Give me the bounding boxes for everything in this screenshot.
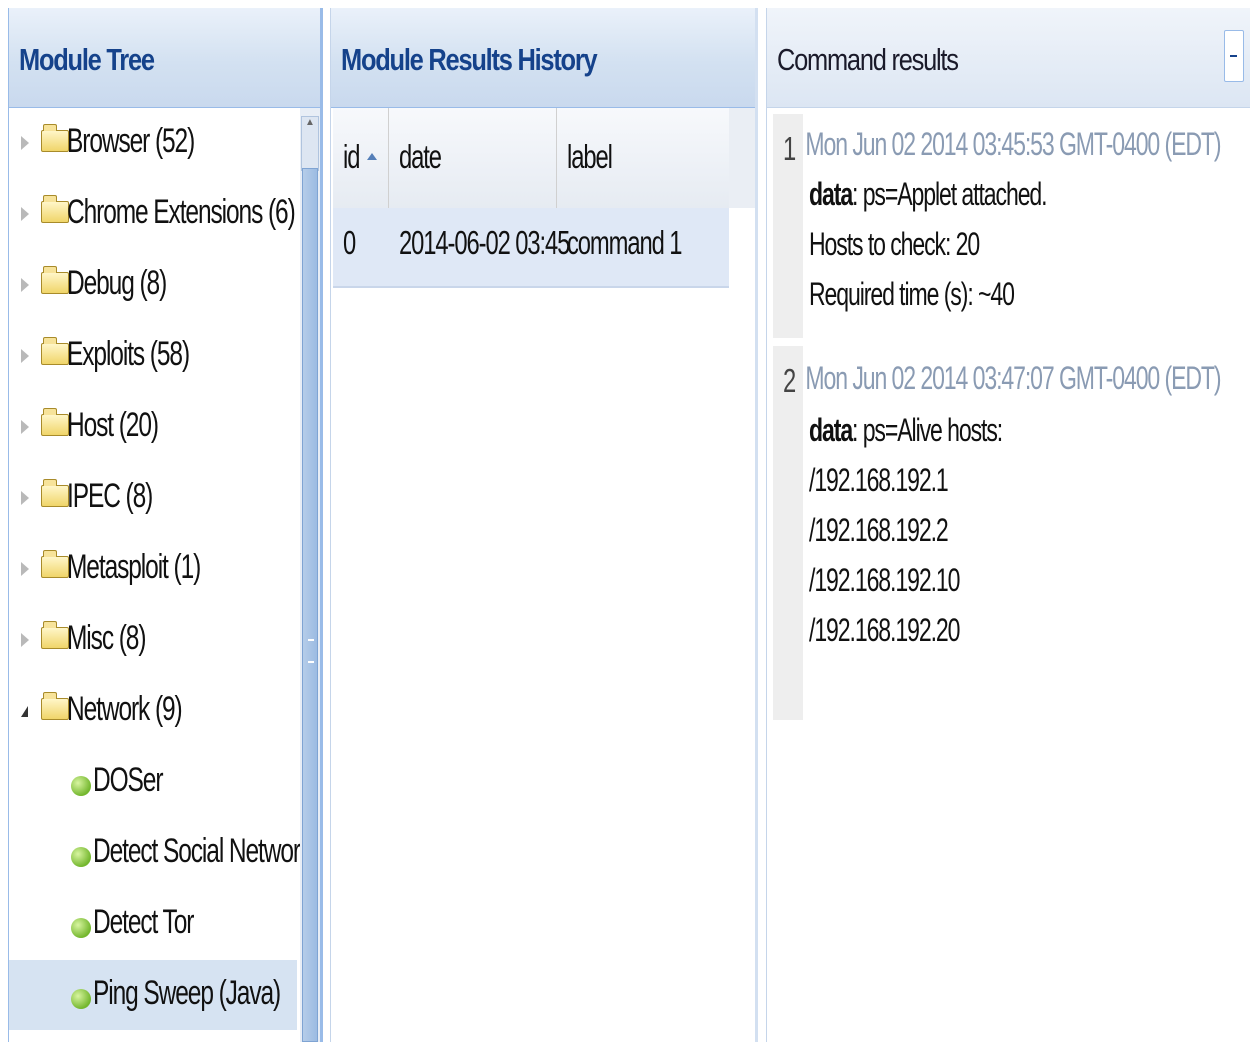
tree-folder-browser[interactable]: Browser (52) (9, 108, 297, 178)
module-status-icon (71, 847, 91, 867)
result-line: /192.168.192.10 (809, 562, 960, 598)
scrollbar-thumb[interactable] (302, 168, 318, 1042)
collapse-arrow-icon[interactable] (21, 706, 28, 717)
command-results-title: Command results (777, 42, 959, 77)
column-header-date[interactable]: date (389, 108, 557, 208)
command-results-panel: Command results 1 Mon Jun 02 2014 03:45:… (766, 8, 1250, 1042)
expand-arrow-icon[interactable] (21, 491, 29, 505)
module-tree-panel: Module Tree Browser (52) Chrome Extensio… (8, 8, 323, 1042)
results-history-panel: Module Results History id date label 0 2… (330, 8, 758, 1042)
tree-folder-ipec[interactable]: IPEC (8) (9, 463, 297, 533)
tree-folder-debug[interactable]: Debug (8) (9, 250, 297, 320)
collapse-panel-button[interactable] (1224, 30, 1244, 82)
tree-scrollbar[interactable]: ▲ (300, 108, 320, 1042)
result-number: 2 (783, 362, 796, 399)
command-results-header: Command results (767, 8, 1250, 108)
tree-item-label: Detect Tor (93, 903, 194, 941)
folder-icon (41, 266, 69, 294)
folder-icon (41, 550, 69, 578)
tree-module-ping-sweep-java[interactable]: Ping Sweep (Java) (9, 960, 297, 1030)
sort-ascending-icon (367, 153, 377, 160)
result-entry: 1 Mon Jun 02 2014 03:45:53 GMT-0400 (EDT… (773, 114, 1227, 338)
result-timestamp: Mon Jun 02 2014 03:47:07 GMT-0400 (EDT) (805, 360, 1222, 396)
tree-item-label: Ping Sweep (Java) (93, 974, 281, 1012)
expand-arrow-icon[interactable] (21, 420, 29, 434)
tree-item-label: Metasploit (1) (67, 548, 201, 586)
open-folder-icon (41, 692, 69, 720)
result-entry: 2 Mon Jun 02 2014 03:47:07 GMT-0400 (EDT… (773, 346, 1227, 720)
tree-item-label: Chrome Extensions (6) (67, 193, 296, 231)
folder-icon (41, 337, 69, 365)
tree-item-label: Debug (8) (67, 264, 167, 302)
result-line: /192.168.192.1 (809, 462, 949, 498)
cell-id: 0 (343, 224, 356, 261)
folder-icon (41, 195, 69, 223)
module-status-icon (71, 989, 91, 1009)
tree-item-label: Host (20) (67, 406, 159, 444)
result-timestamp: Mon Jun 02 2014 03:45:53 GMT-0400 (EDT) (805, 126, 1222, 162)
tree-item-label: DOSer (93, 761, 164, 799)
module-tree-list: Browser (52) Chrome Extensions (6) Debug… (9, 108, 320, 1042)
tree-module-doser[interactable]: DOSer (9, 747, 297, 817)
tree-folder-host[interactable]: Host (20) (9, 392, 297, 462)
results-history-header: Module Results History (331, 8, 755, 108)
history-grid-header: id date label (333, 108, 729, 209)
result-number: 1 (783, 130, 796, 167)
result-line: Hosts to check: 20 (809, 226, 980, 262)
tree-module-detect-tor[interactable]: Detect Tor (9, 889, 297, 959)
tree-folder-network[interactable]: Network (9) (9, 676, 297, 746)
tree-item-label: Detect Social Networks (93, 832, 323, 870)
cell-label: command 1 (567, 224, 683, 261)
scroll-up-icon[interactable]: ▲ (301, 116, 319, 171)
result-data-line: data: ps=Applet attached. (809, 176, 1048, 212)
folder-icon (41, 621, 69, 649)
tree-item-label: Network (9) (67, 690, 183, 728)
tree-module-detect-social-networks[interactable]: Detect Social Networks (9, 818, 320, 888)
column-header-label[interactable]: label (557, 108, 729, 208)
result-data-line: data: ps=Alive hosts: (809, 412, 1003, 448)
header-filler (729, 108, 755, 208)
cell-date: 2014-06-02 03:45 (399, 224, 570, 261)
folder-icon (41, 124, 69, 152)
module-status-icon (71, 776, 91, 796)
expand-arrow-icon[interactable] (21, 633, 29, 647)
tree-item-label: Exploits (58) (67, 335, 190, 373)
expand-arrow-icon[interactable] (21, 349, 29, 363)
expand-arrow-icon[interactable] (21, 207, 29, 221)
expand-arrow-icon[interactable] (21, 136, 29, 150)
tree-item-label: IPEC (8) (67, 477, 153, 515)
expand-arrow-icon[interactable] (21, 278, 29, 292)
result-line: /192.168.192.20 (809, 612, 960, 648)
tree-folder-misc[interactable]: Misc (8) (9, 605, 297, 675)
folder-icon (41, 479, 69, 507)
result-line: /192.168.192.2 (809, 512, 949, 548)
tree-folder-exploits[interactable]: Exploits (58) (9, 321, 297, 391)
results-history-title: Module Results History (341, 42, 598, 77)
module-tree-header: Module Tree (9, 8, 320, 108)
module-status-icon (71, 918, 91, 938)
tree-folder-metasploit[interactable]: Metasploit (1) (9, 534, 297, 604)
tree-item-label: Browser (52) (67, 122, 195, 160)
result-line: Required time (s): ~40 (809, 276, 1015, 312)
module-tree-title: Module Tree (19, 42, 155, 77)
tree-folder-chrome-extensions[interactable]: Chrome Extensions (6) (9, 179, 297, 249)
column-header-id[interactable]: id (333, 108, 389, 208)
table-row[interactable]: 0 2014-06-02 03:45 command 1 (333, 208, 729, 288)
expand-arrow-icon[interactable] (21, 562, 29, 576)
tree-item-label: Misc (8) (67, 619, 146, 657)
folder-icon (41, 408, 69, 436)
